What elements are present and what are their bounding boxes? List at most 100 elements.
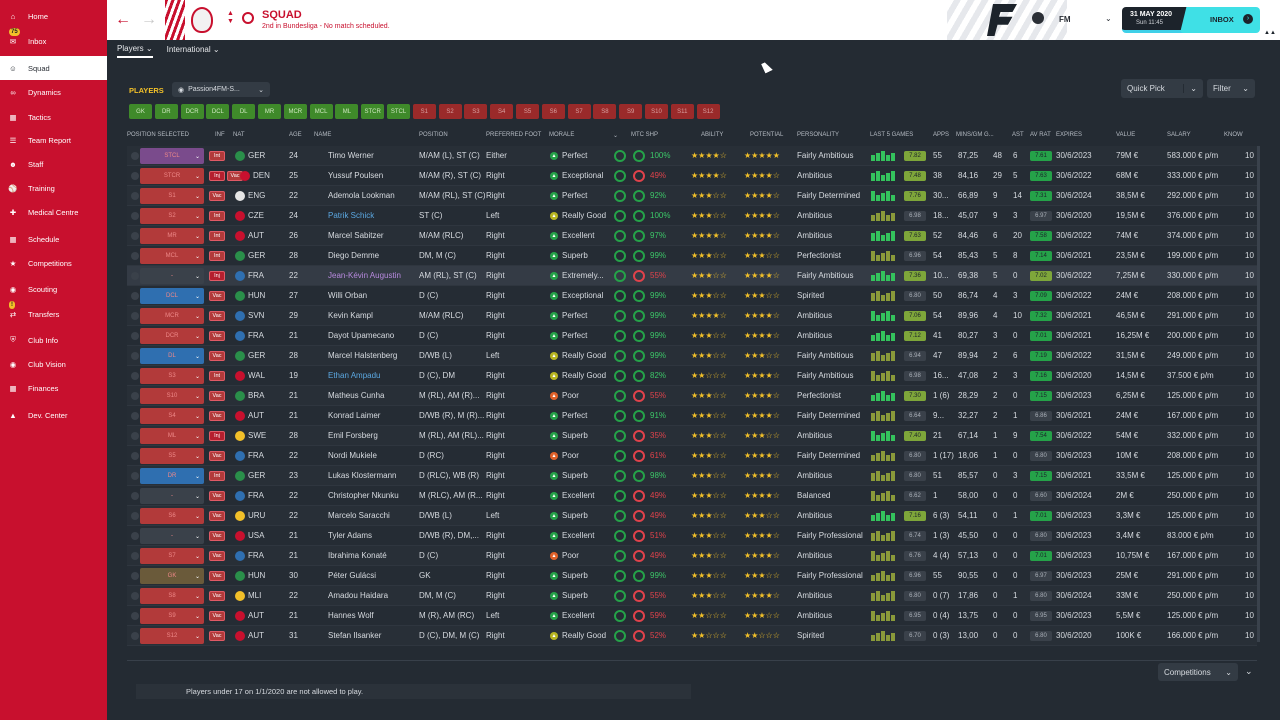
row-select-toggle[interactable]	[131, 512, 139, 520]
table-row[interactable]: - ⌄ Vac USA 21 Tyler Adams D/WB (R), DM,... Rig…	[127, 526, 1257, 546]
info-badge[interactable]: Vac	[209, 571, 225, 581]
col-inf[interactable]: INF	[215, 132, 225, 138]
date-panel[interactable]: 31 MAY 2020 Sun 11:45	[1122, 7, 1190, 33]
forward-button[interactable]: →	[141, 10, 157, 30]
sidebar-item-schedule[interactable]: ▦ Schedule	[0, 227, 107, 251]
info-badge[interactable]: Vac	[209, 611, 225, 621]
info-badge[interactable]: Vac	[209, 191, 225, 201]
player-name[interactable]: Patrik Schick	[328, 206, 416, 226]
player-name[interactable]: Stefan Ilsanker	[328, 626, 416, 646]
position-selected-dropdown[interactable]: MCL ⌄	[140, 248, 204, 264]
player-name[interactable]: Timo Werner	[328, 146, 416, 166]
player-name[interactable]: Matheus Cunha	[328, 386, 416, 406]
nation-flag-icon[interactable]	[235, 351, 245, 361]
nation-flag-icon[interactable]	[235, 611, 245, 621]
col-avrat[interactable]: AV RAT	[1030, 132, 1051, 138]
nation-flag-icon[interactable]	[235, 151, 245, 161]
quick-pick-button[interactable]: Quick Pick ⌄	[1121, 79, 1203, 98]
col-expires[interactable]: EXPIRES	[1056, 132, 1082, 138]
row-select-toggle[interactable]	[131, 552, 139, 560]
manager-menu-chevron-icon[interactable]: ⌄	[1105, 14, 1112, 23]
col-foot[interactable]: PREFERRED FOOT	[486, 132, 541, 138]
position-selected-dropdown[interactable]: S5 ⌄	[140, 448, 204, 464]
table-row[interactable]: S2 ⌄ Int CZE 24 Patrik Schick ST (C) Left ▲ Reall…	[127, 206, 1257, 226]
table-row[interactable]: STCL ⌄ Int GER 24 Timo Werner M/AM (L), ST (C)…	[127, 146, 1257, 166]
nation-flag-icon[interactable]	[235, 371, 245, 381]
player-name[interactable]: Willi Orban	[328, 286, 416, 306]
info-badge[interactable]: Int	[209, 231, 225, 241]
nation-flag-icon[interactable]	[235, 491, 245, 501]
info-badge[interactable]: Int	[209, 151, 225, 161]
position-filter-s4[interactable]: S4	[490, 104, 514, 119]
sidebar-item-transfers[interactable]: ⇄ Transfers!	[0, 301, 107, 326]
position-selected-dropdown[interactable]: S7 ⌄	[140, 548, 204, 564]
sidebar-item-dynamics[interactable]: ∞ Dynamics	[0, 80, 107, 104]
manager-avatar[interactable]	[1032, 12, 1044, 24]
row-select-toggle[interactable]	[131, 412, 139, 420]
player-name[interactable]: Kevin Kampl	[328, 306, 416, 326]
position-selected-dropdown[interactable]: DL ⌄	[140, 348, 204, 364]
info-badge[interactable]: Vac	[209, 491, 225, 501]
row-select-toggle[interactable]	[131, 372, 139, 380]
sidebar-item-scouting[interactable]: ◉ Scouting	[0, 277, 107, 301]
position-filter-s3[interactable]: S3	[464, 104, 488, 119]
window-controls[interactable]: ▲▲	[1264, 30, 1276, 36]
col-age[interactable]: AGE	[289, 132, 302, 138]
col-morale[interactable]: MORALE	[549, 132, 574, 138]
col-nat[interactable]: NAT	[233, 132, 245, 138]
filter-button[interactable]: Filter ⌄	[1207, 79, 1255, 98]
search-icon[interactable]	[242, 12, 254, 24]
nation-flag-icon[interactable]	[235, 571, 245, 581]
sidebar-item-tactics[interactable]: ▦ Tactics	[0, 105, 107, 129]
player-name[interactable]: Christopher Nkunku	[328, 486, 416, 506]
nation-flag-icon[interactable]	[235, 451, 245, 461]
row-select-toggle[interactable]	[131, 352, 139, 360]
info-badge[interactable]: Vac	[209, 591, 225, 601]
table-row[interactable]: S4 ⌄ Vac AUT 21 Konrad Laimer D/WB (R), M (R).…	[127, 406, 1257, 426]
inbox-continue-button[interactable]: INBOX ›	[1180, 7, 1260, 33]
position-selected-dropdown[interactable]: GK ⌄	[140, 568, 204, 584]
col-salary[interactable]: SALARY	[1167, 132, 1191, 138]
vertical-scrollbar[interactable]	[1257, 146, 1260, 642]
player-name[interactable]: Ethan Ampadu	[328, 366, 416, 386]
view-selector[interactable]: ◉ Passion4FM-S... ⌄	[172, 82, 270, 97]
info-badge[interactable]: Vac	[209, 511, 225, 521]
row-select-toggle[interactable]	[131, 572, 139, 580]
nation-flag-icon[interactable]	[235, 191, 245, 201]
position-filter-mcr[interactable]: MCR	[283, 104, 307, 119]
nation-flag-icon[interactable]	[235, 431, 245, 441]
row-select-toggle[interactable]	[131, 612, 139, 620]
col-apps[interactable]: APPS	[933, 132, 949, 138]
position-selected-dropdown[interactable]: DR ⌄	[140, 468, 204, 484]
info-badge[interactable]: Vac	[209, 291, 225, 301]
table-row[interactable]: MCL ⌄ Int GER 28 Diego Demme DM, M (C) Right ▲ Su…	[127, 246, 1257, 266]
col-ability[interactable]: ABILITY	[701, 132, 723, 138]
table-row[interactable]: MCR ⌄ Vac SVN 29 Kevin Kampl M/AM (RLC) Right ▲ P…	[127, 306, 1257, 326]
col-position[interactable]: POSITION	[419, 132, 448, 138]
position-filter-dr[interactable]: DR	[154, 104, 178, 119]
info-badge[interactable]: Vac	[209, 531, 225, 541]
chevron-down-icon[interactable]: ⌄	[1245, 666, 1253, 677]
info-badge[interactable]: Int	[209, 211, 225, 221]
row-select-toggle[interactable]	[131, 252, 139, 260]
row-select-toggle[interactable]	[131, 232, 139, 240]
position-filter-mr[interactable]: MR	[258, 104, 281, 119]
info-badge[interactable]: Vac	[209, 451, 225, 461]
row-select-toggle[interactable]	[131, 312, 139, 320]
info-badge[interactable]: Vac	[209, 391, 225, 401]
col-personality[interactable]: PERSONALITY	[797, 132, 839, 138]
position-filter-s7[interactable]: S7	[567, 104, 591, 119]
nation-flag-icon[interactable]	[235, 411, 245, 421]
player-name[interactable]: Nordi Mukiele	[328, 446, 416, 466]
nation-flag-icon[interactable]	[235, 631, 245, 641]
table-row[interactable]: - ⌄ Vac FRA 22 Christopher Nkunku M (RLC), AM …	[127, 486, 1257, 506]
sidebar-item-team-report[interactable]: ☰ Team Report	[0, 128, 107, 152]
position-selected-dropdown[interactable]: S12 ⌄	[140, 628, 204, 644]
position-selected-dropdown[interactable]: - ⌄	[140, 268, 204, 284]
row-select-toggle[interactable]	[131, 272, 139, 280]
table-row[interactable]: S3 ⌄ Int WAL 19 Ethan Ampadu D (C), DM Right ▲ Re…	[127, 366, 1257, 386]
sidebar-item-staff[interactable]: ☻ Staff	[0, 152, 107, 176]
nation-flag-icon[interactable]	[235, 471, 245, 481]
nation-flag-icon[interactable]	[235, 251, 245, 261]
info-badge[interactable]: Inj	[209, 171, 225, 181]
